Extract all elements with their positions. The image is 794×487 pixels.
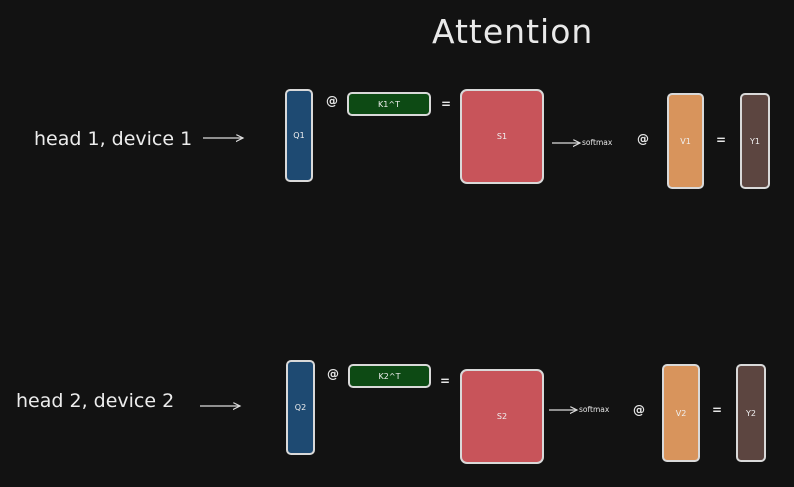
row-label-head2: head 2, device 2 [16, 390, 175, 412]
matmul-symbol: @ [326, 94, 338, 108]
k1t-matrix: K1^T [347, 92, 431, 116]
v1-matrix: V1 [667, 93, 704, 189]
row-label-head1: head 1, device 1 [34, 128, 193, 150]
k2t-matrix: K2^T [348, 364, 431, 388]
s2-matrix: S2 [460, 369, 544, 464]
equals-symbol: = [440, 374, 451, 388]
matmul-symbol: @ [633, 403, 645, 417]
v2-matrix: V2 [662, 364, 700, 462]
y2-matrix: Y2 [736, 364, 766, 462]
q2-matrix: Q2 [286, 360, 315, 455]
softmax-label: softmax [579, 405, 610, 414]
y1-matrix: Y1 [740, 93, 770, 189]
q1-matrix: Q1 [285, 89, 313, 182]
matmul-symbol: @ [637, 132, 649, 146]
equals-symbol: = [716, 133, 727, 147]
softmax-label: softmax [582, 138, 613, 147]
equals-symbol: = [441, 97, 452, 111]
equals-symbol: = [712, 403, 723, 417]
s1-matrix: S1 [460, 89, 544, 184]
matmul-symbol: @ [327, 367, 339, 381]
